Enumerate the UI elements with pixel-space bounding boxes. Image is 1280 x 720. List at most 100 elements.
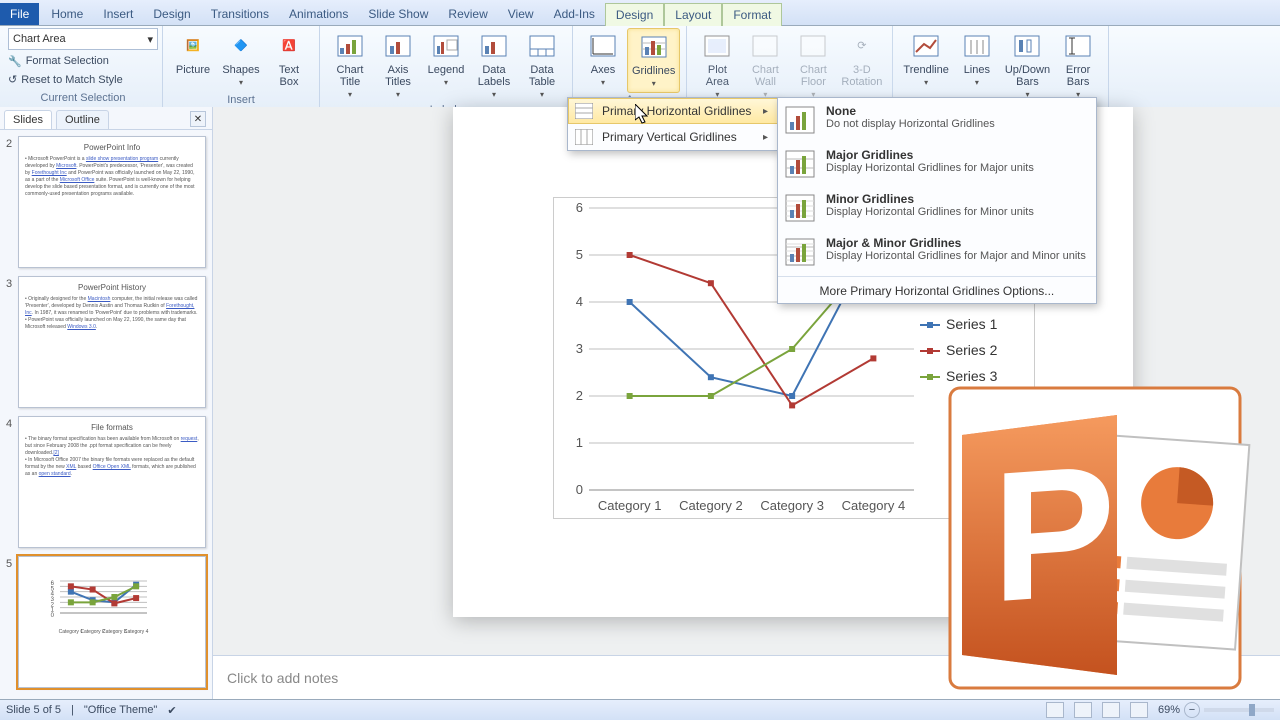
group-current-selection: Chart Area▾ 🔧Format Selection ↺Reset to … <box>4 26 163 108</box>
gridlines-icon <box>638 31 670 63</box>
tab-insert[interactable]: Insert <box>93 3 143 25</box>
group-labels: Chart Title▾ Axis Titles▾ Legend▾ Data L… <box>320 26 573 108</box>
menu-primary-vertical[interactable]: Primary Vertical Gridlines▸ <box>568 124 778 150</box>
tab-animations[interactable]: Animations <box>279 3 358 25</box>
pane-tab-slides[interactable]: Slides <box>4 110 52 129</box>
data-labels-button[interactable]: Data Labels▾ <box>470 28 518 103</box>
group-analysis: Trendline▾ Lines▾ Up/Down Bars▾ Error Ba… <box>893 26 1109 108</box>
tab-design[interactable]: Design <box>143 3 200 25</box>
trendline-button[interactable]: Trendline▾ <box>899 28 952 91</box>
chart-title-button[interactable]: Chart Title▾ <box>326 28 374 103</box>
svg-text:3: 3 <box>51 597 55 603</box>
svg-text:P: P <box>992 426 1115 641</box>
axes-icon <box>587 30 619 62</box>
thumbs-list[interactable]: 2PowerPoint Info• Microsoft PowerPoint i… <box>0 130 212 700</box>
chart-floor-button: Chart Floor▾ <box>789 28 837 103</box>
tab-addins[interactable]: Add-Ins <box>544 3 605 25</box>
plot-area-button[interactable]: Plot Area▾ <box>693 28 741 103</box>
textbox-icon: 🅰️ <box>273 30 305 62</box>
svg-text:Category 3: Category 3 <box>760 498 824 513</box>
gridlines-menu: Primary Horizontal Gridlines▸ Primary Ve… <box>567 97 779 151</box>
pane-tab-outline[interactable]: Outline <box>56 110 109 129</box>
svg-text:Category 2: Category 2 <box>679 498 743 513</box>
spellcheck-icon[interactable]: ✔ <box>167 704 176 717</box>
svg-text:0: 0 <box>576 482 583 497</box>
legend-button[interactable]: Legend▾ <box>422 28 470 91</box>
tab-transitions[interactable]: Transitions <box>201 3 279 25</box>
tab-home[interactable]: Home <box>41 3 93 25</box>
svg-text:3: 3 <box>576 341 583 356</box>
status-theme: "Office Theme" <box>84 704 157 716</box>
chart-title-icon <box>334 30 366 62</box>
sub-none[interactable]: NoneDo not display Horizontal Gridlines <box>778 98 1096 142</box>
error-bars-button[interactable]: Error Bars▾ <box>1054 28 1102 103</box>
data-table-button[interactable]: Data Table▾ <box>518 28 566 103</box>
updown-icon <box>1011 30 1043 62</box>
chart-element-combo[interactable]: Chart Area▾ <box>8 28 158 50</box>
tab-file[interactable]: File <box>0 3 39 25</box>
gridlines-major-icon <box>784 148 816 180</box>
svg-text:Category 4: Category 4 <box>842 498 906 513</box>
shapes-icon: 🔷 <box>225 30 257 62</box>
plot-area-icon <box>701 30 733 62</box>
format-selection[interactable]: 🔧Format Selection <box>8 54 158 69</box>
tab-view[interactable]: View <box>498 3 544 25</box>
tab-chart-layout[interactable]: Layout <box>664 3 722 26</box>
gridlines-both-icon <box>784 236 816 268</box>
tab-slideshow[interactable]: Slide Show <box>358 3 438 25</box>
gridlines-h-icon <box>574 102 594 120</box>
sub-major[interactable]: Major GridlinesDisplay Horizontal Gridli… <box>778 142 1096 186</box>
group-axes: Axes▾ Gridlines▾ A <box>573 26 687 108</box>
chevron-down-icon: ▾ <box>147 33 153 46</box>
svg-text:Series 1: Series 1 <box>946 316 998 332</box>
gridlines-v-icon <box>574 128 594 146</box>
lines-button[interactable]: Lines▾ <box>953 28 1001 91</box>
axes-button[interactable]: Axes▾ <box>579 28 627 91</box>
gridlines-button[interactable]: Gridlines▾ <box>627 28 680 93</box>
sub-minor[interactable]: Minor GridlinesDisplay Horizontal Gridli… <box>778 186 1096 230</box>
svg-text:1: 1 <box>51 608 55 614</box>
slide-thumb-2[interactable]: PowerPoint Info• Microsoft PowerPoint is… <box>18 136 206 268</box>
svg-text:2: 2 <box>51 602 55 608</box>
svg-text:4: 4 <box>51 592 55 598</box>
legend-icon <box>430 30 462 62</box>
lines-icon <box>961 30 993 62</box>
reset-match-style[interactable]: ↺Reset to Match Style <box>8 72 158 87</box>
axis-titles-button[interactable]: Axis Titles▾ <box>374 28 422 103</box>
sub-both[interactable]: Major & Minor GridlinesDisplay Horizonta… <box>778 230 1096 274</box>
powerpoint-logo-icon: P <box>942 380 1262 710</box>
group-label: Insert <box>169 93 313 108</box>
slide-thumb-3[interactable]: PowerPoint History• Originally designed … <box>18 276 206 408</box>
textbox-button[interactable]: 🅰️Text Box <box>265 28 313 90</box>
slide-thumb-4[interactable]: File formats• The binary format specific… <box>18 416 206 548</box>
sub-more-options[interactable]: More Primary Horizontal Gridlines Option… <box>778 279 1096 303</box>
tab-chart-design[interactable]: Design <box>605 3 664 26</box>
updown-bars-button[interactable]: Up/Down Bars▾ <box>1001 28 1054 103</box>
svg-text:Series 2: Series 2 <box>946 342 998 358</box>
slides-pane: Slides Outline ✕ 2PowerPoint Info• Micro… <box>0 107 213 700</box>
gridlines-none-icon <box>784 104 816 136</box>
picture-icon: 🖼️ <box>177 30 209 62</box>
thumb-number: 2 <box>6 136 18 268</box>
pane-close[interactable]: ✕ <box>190 111 206 127</box>
picture-button[interactable]: 🖼️Picture <box>169 28 217 78</box>
thumb-number: 4 <box>6 416 18 548</box>
axis-titles-icon <box>382 30 414 62</box>
shapes-button[interactable]: 🔷Shapes▾ <box>217 28 265 91</box>
gridlines-minor-icon <box>784 192 816 224</box>
group-background: Plot Area▾ Chart Wall▾ Chart Floor▾ ⟳3-D… <box>687 26 893 108</box>
gridlines-submenu: NoneDo not display Horizontal Gridlines … <box>777 97 1097 304</box>
tab-chart-format[interactable]: Format <box>722 3 782 26</box>
tab-review[interactable]: Review <box>438 3 497 25</box>
group-label: Current Selection <box>8 91 158 106</box>
svg-text:0: 0 <box>51 613 55 619</box>
menu-primary-horizontal[interactable]: Primary Horizontal Gridlines▸ <box>568 98 778 124</box>
slide-thumb-5[interactable]: 0123456Category 1Category 2Category 3Cat… <box>18 556 206 688</box>
ribbon-tabs: File Home Insert Design Transitions Anim… <box>0 0 1280 26</box>
svg-text:Category 4: Category 4 <box>124 629 149 635</box>
errorbars-icon <box>1062 30 1094 62</box>
svg-text:5: 5 <box>51 586 55 592</box>
svg-text:5: 5 <box>576 247 583 262</box>
thumb-chart-icon: 0123456Category 1Category 2Category 3Cat… <box>25 571 155 641</box>
chart-wall-icon <box>749 30 781 62</box>
